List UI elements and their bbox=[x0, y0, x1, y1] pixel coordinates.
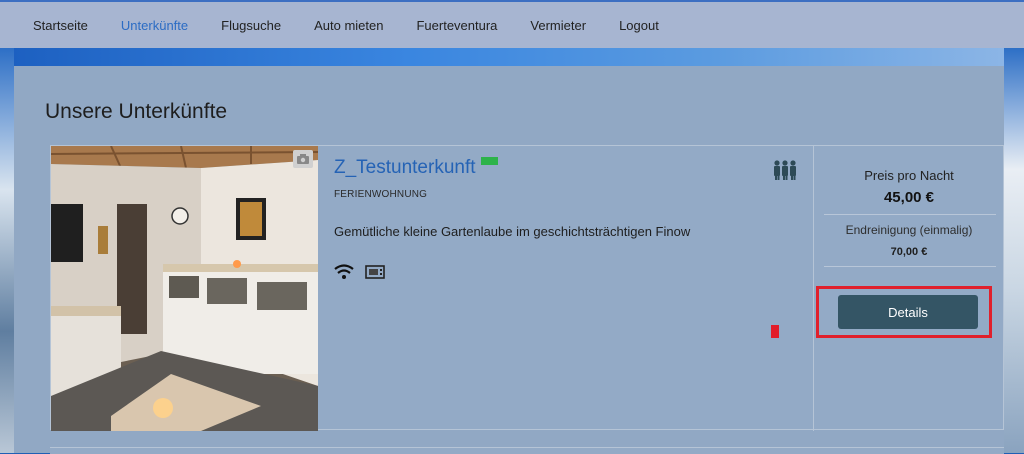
main-navigation: Startseite Unterkünfte Flugsuche Auto mi… bbox=[0, 0, 1024, 48]
price-per-night-label: Preis pro Nacht bbox=[864, 168, 954, 183]
listing-description: Gemütliche kleine Gartenlaube im geschic… bbox=[334, 224, 691, 239]
nav-item-flugsuche[interactable]: Flugsuche bbox=[221, 18, 281, 33]
background-sky-top bbox=[0, 48, 1024, 66]
cleaning-fee-value: 70,00 € bbox=[890, 246, 928, 258]
price-per-night-value: 45,00 € bbox=[883, 189, 935, 206]
room-photo-illustration bbox=[51, 146, 318, 431]
listing-photo[interactable] bbox=[51, 146, 318, 431]
listing-title-link[interactable]: Z_Testunterkunft bbox=[334, 157, 476, 179]
nav-item-vermieter[interactable]: Vermieter bbox=[530, 18, 586, 33]
listing-type: FERIENWOHNUNG bbox=[334, 189, 428, 200]
content-panel: Unsere Unterkünfte Z_Testunterkunft FERI… bbox=[14, 66, 1005, 454]
price-column: Preis pro Nacht 45,00 € Endreinigung (ei… bbox=[813, 146, 1005, 431]
tv-icon bbox=[365, 265, 385, 284]
page-title: Unsere Unterkünfte bbox=[45, 100, 228, 123]
nav-item-unterkuenfte[interactable]: Unterkünfte bbox=[121, 18, 188, 33]
wifi-icon bbox=[334, 264, 354, 285]
nav-item-auto-mieten[interactable]: Auto mieten bbox=[314, 18, 383, 33]
listing-card: Z_Testunterkunft FERIENWOHNUNG Gemütlich… bbox=[50, 145, 1005, 431]
status-flag bbox=[481, 157, 498, 165]
cleaning-fee-label: Endreinigung (einmalig) bbox=[845, 223, 973, 237]
background-sky-left bbox=[0, 48, 14, 453]
nav-item-startseite[interactable]: Startseite bbox=[33, 18, 88, 33]
background-sky-right bbox=[1004, 48, 1024, 453]
details-button[interactable]: Details bbox=[838, 295, 978, 329]
price-divider bbox=[824, 266, 996, 267]
camera-icon[interactable] bbox=[293, 150, 313, 168]
listing-info: Z_Testunterkunft FERIENWOHNUNG Gemütlich… bbox=[334, 146, 814, 431]
nav-item-fuerteventura[interactable]: Fuerteventura bbox=[416, 18, 497, 33]
nav-item-logout[interactable]: Logout bbox=[619, 18, 659, 33]
red-marker bbox=[771, 325, 779, 338]
people-icon bbox=[773, 160, 797, 185]
price-divider bbox=[824, 214, 996, 215]
